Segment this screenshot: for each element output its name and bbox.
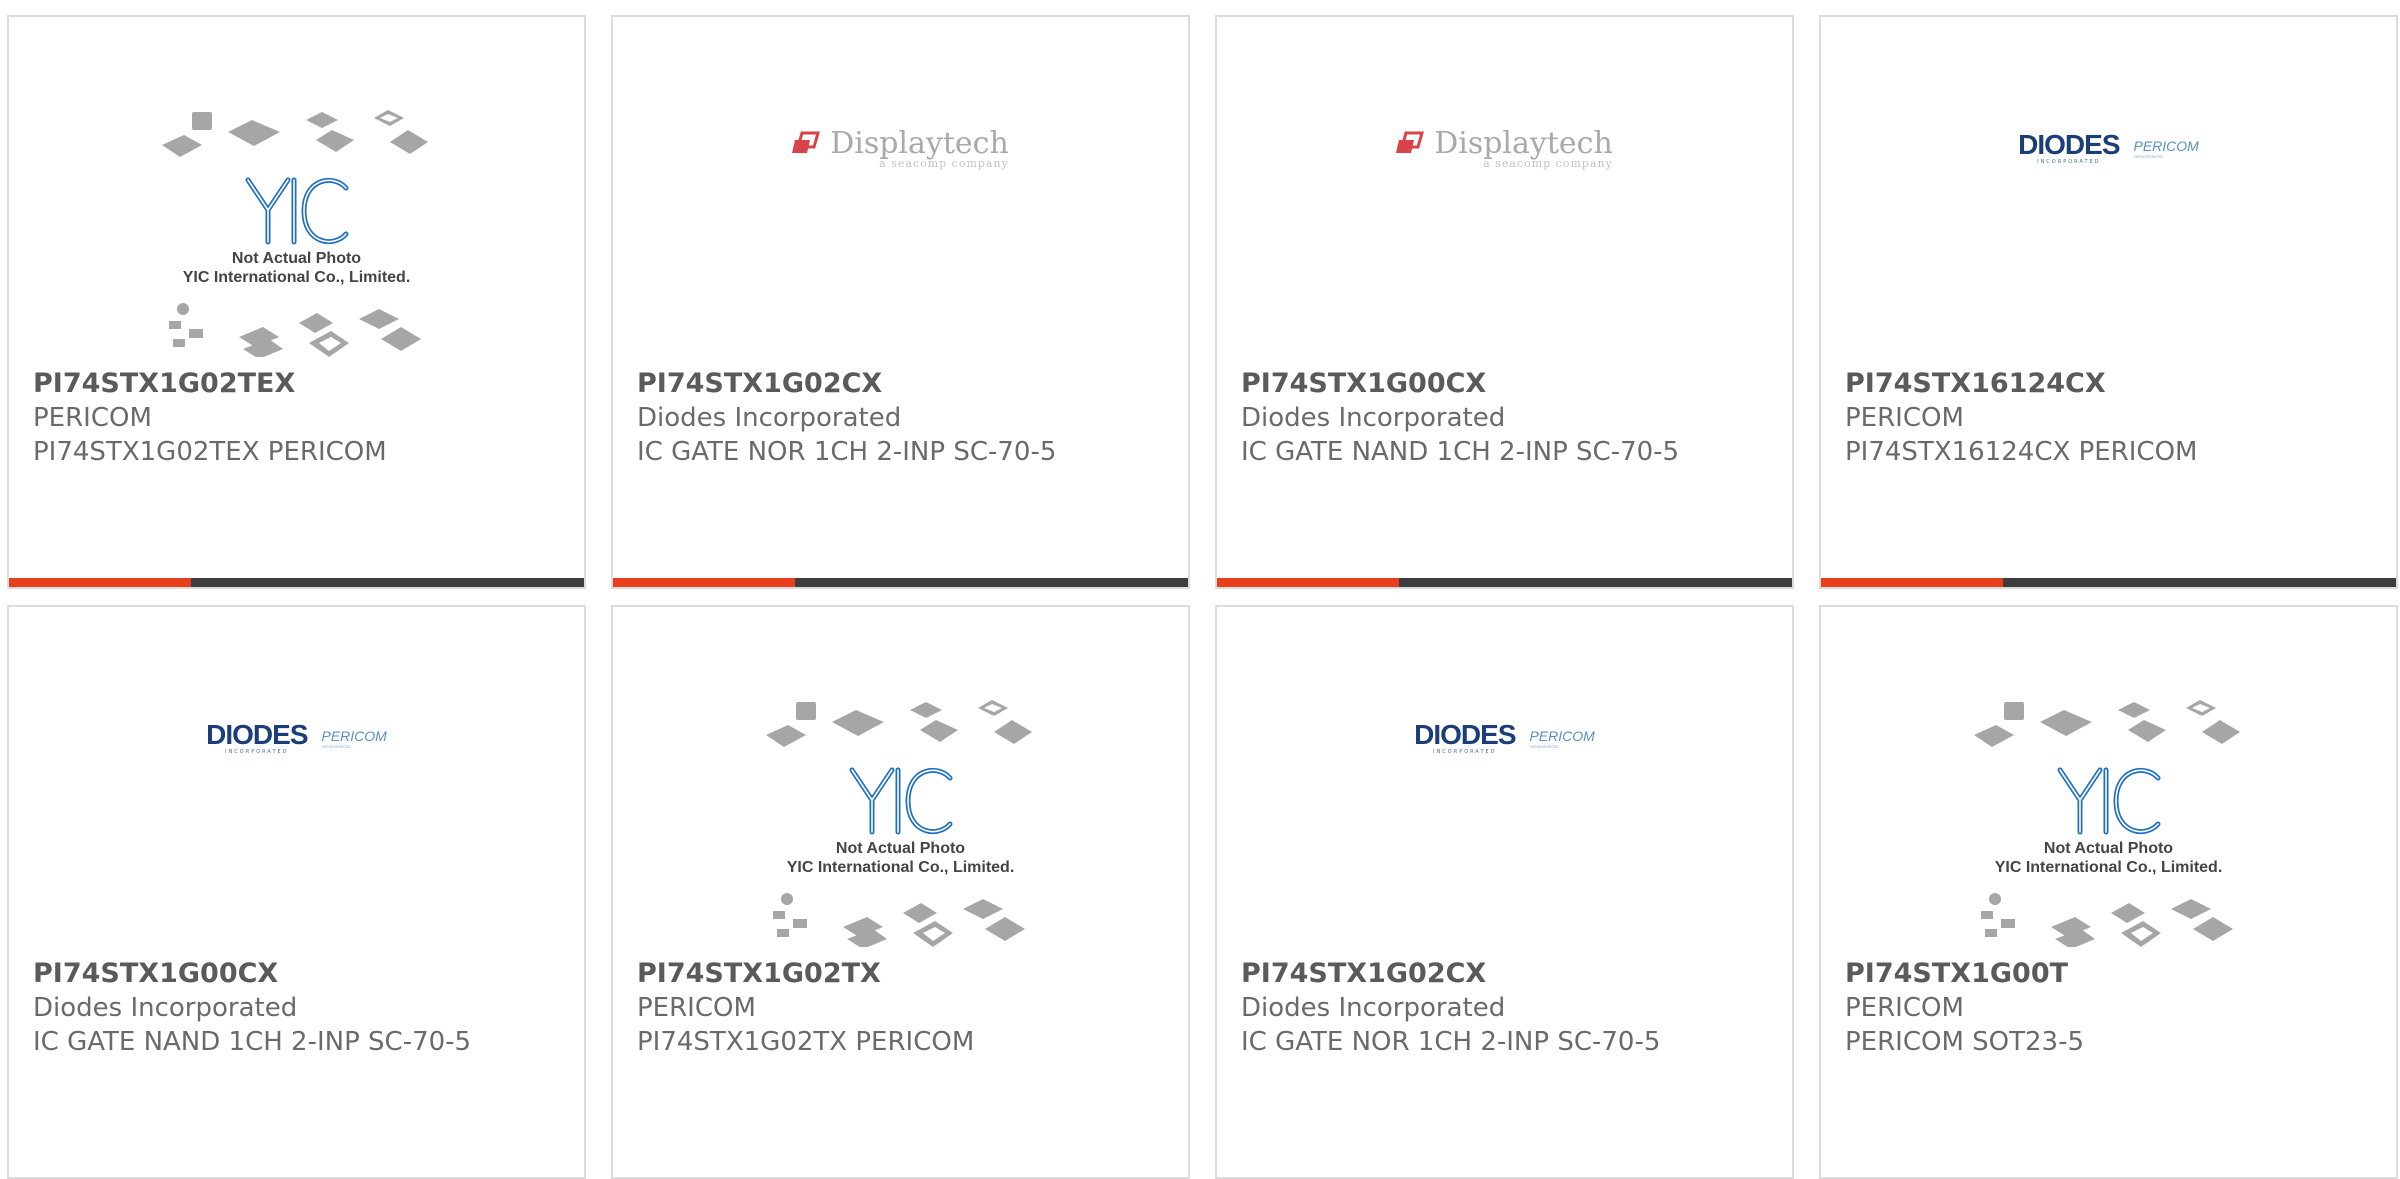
product-info: PI74STX1G00CX Diodes Incorporated IC GAT… bbox=[33, 957, 473, 1059]
pericom-tagline: semiconductor bbox=[1529, 743, 1560, 749]
product-card[interactable]: Displaytech a seacomp company PI74STX1G0… bbox=[1215, 15, 1794, 589]
yic-placeholder-image: Not Actual Photo YIC International Co., … bbox=[765, 698, 1036, 947]
part-number[interactable]: PI74STX1G00CX bbox=[33, 957, 473, 991]
product-thumbnail[interactable]: Not Actual Photo YIC International Co., … bbox=[1821, 687, 2396, 957]
manufacturer: Diodes Incorporated bbox=[637, 403, 902, 433]
product-info: PI74STX1G00T PERICOM PERICOM SOT23-5 bbox=[1845, 957, 2285, 1059]
not-actual-photo-text: Not Actual Photo bbox=[2043, 839, 2174, 857]
product-info: PI74STX1G00CX Diodes Incorporated IC GAT… bbox=[1241, 367, 1681, 469]
product-thumbnail[interactable]: Not Actual Photo YIC International Co., … bbox=[613, 687, 1188, 957]
manufacturer: PERICOM bbox=[1845, 403, 1964, 433]
product-grid: Not Actual Photo YIC International Co., … bbox=[0, 0, 2400, 1179]
yic-logo bbox=[2057, 767, 2160, 834]
diodes-wordmark: DIODES bbox=[206, 719, 308, 750]
part-number[interactable]: PI74STX1G02TEX bbox=[33, 367, 473, 401]
displaytech-logo-image: Displaytech a seacomp company bbox=[1396, 126, 1613, 170]
card-bottom-bar bbox=[613, 578, 1188, 587]
diodes-pericom-logo-image: DIODES INCORPORATED PERICOM semiconducto… bbox=[2018, 129, 2199, 166]
chip-packages-icon bbox=[772, 892, 1025, 947]
card-accent-bar bbox=[1821, 578, 2003, 587]
pericom-wordmark: PERICOM bbox=[321, 727, 387, 744]
product-card[interactable]: DIODES INCORPORATED PERICOM semiconducto… bbox=[7, 605, 586, 1179]
manufacturer: PERICOM bbox=[637, 993, 756, 1023]
product-thumbnail[interactable]: Not Actual Photo YIC International Co., … bbox=[9, 97, 584, 367]
description: IC GATE NAND 1CH 2-INP SC-70-5 bbox=[33, 1027, 472, 1057]
chip-packages-icon bbox=[1973, 699, 2240, 747]
pericom-wordmark: PERICOM bbox=[1529, 727, 1595, 744]
yic-placeholder-image: Not Actual Photo YIC International Co., … bbox=[161, 108, 432, 357]
yic-company-text: YIC International Co., Limited. bbox=[1994, 858, 2223, 876]
chip-packages-icon bbox=[168, 302, 421, 357]
card-bottom-bar bbox=[1217, 578, 1792, 587]
manufacturer: Diodes Incorporated bbox=[1241, 993, 1506, 1023]
product-thumbnail[interactable]: Displaytech a seacomp company bbox=[613, 97, 1188, 367]
manufacturer: PERICOM bbox=[1845, 993, 1964, 1023]
part-number[interactable]: PI74STX1G02CX bbox=[637, 367, 1077, 401]
pericom-tagline: semiconductor bbox=[2133, 153, 2164, 159]
card-accent-bar bbox=[9, 578, 191, 587]
card-accent-bar bbox=[613, 578, 795, 587]
card-accent-bar bbox=[1217, 578, 1399, 587]
product-info: PI74STX1G02TEX PERICOM PI74STX1G02TEX PE… bbox=[33, 367, 473, 469]
product-card[interactable]: Not Actual Photo YIC International Co., … bbox=[1819, 605, 2398, 1179]
part-number[interactable]: PI74STX1G02CX bbox=[1241, 957, 1681, 991]
card-bottom-bar bbox=[9, 578, 584, 587]
description: IC GATE NOR 1CH 2-INP SC-70-5 bbox=[1241, 1027, 1661, 1057]
yic-company-text: YIC International Co., Limited. bbox=[786, 858, 1015, 876]
product-thumbnail[interactable]: DIODES INCORPORATED PERICOM semiconducto… bbox=[9, 687, 584, 957]
chip-packages-icon bbox=[1980, 892, 2233, 947]
displaytech-tagline: a seacomp company bbox=[1483, 157, 1613, 170]
diodes-pericom-logo-image: DIODES INCORPORATED PERICOM semiconducto… bbox=[1414, 719, 1595, 756]
displaytech-wordmark: Displaytech bbox=[830, 126, 1009, 161]
manufacturer: PERICOM bbox=[33, 403, 152, 433]
yic-company-text: YIC International Co., Limited. bbox=[182, 268, 411, 286]
diodes-tagline: INCORPORATED bbox=[2037, 159, 2101, 165]
description: IC GATE NOR 1CH 2-INP SC-70-5 bbox=[637, 437, 1057, 467]
yic-logo bbox=[245, 177, 348, 244]
product-thumbnail[interactable]: DIODES INCORPORATED PERICOM semiconducto… bbox=[1821, 97, 2396, 367]
diodes-tagline: INCORPORATED bbox=[1433, 749, 1497, 755]
description: PI74STX16124CX PERICOM bbox=[1845, 437, 2198, 467]
displaytech-tagline: a seacomp company bbox=[879, 157, 1009, 170]
displaytech-mark-icon bbox=[792, 131, 821, 153]
not-actual-photo-text: Not Actual Photo bbox=[231, 249, 362, 267]
pericom-tagline: semiconductor bbox=[321, 743, 352, 749]
card-bottom-bar bbox=[1821, 578, 2396, 587]
product-thumbnail[interactable]: Displaytech a seacomp company bbox=[1217, 97, 1792, 367]
product-info: PI74STX16124CX PERICOM PI74STX16124CX PE… bbox=[1845, 367, 2285, 469]
diodes-pericom-logo-image: DIODES INCORPORATED PERICOM semiconducto… bbox=[206, 719, 387, 756]
yic-placeholder-image: Not Actual Photo YIC International Co., … bbox=[1973, 698, 2244, 947]
product-card[interactable]: DIODES INCORPORATED PERICOM semiconducto… bbox=[1215, 605, 1794, 1179]
description: PI74STX1G02TEX PERICOM bbox=[33, 437, 387, 467]
displaytech-wordmark: Displaytech bbox=[1434, 126, 1613, 161]
displaytech-logo-image: Displaytech a seacomp company bbox=[792, 126, 1009, 170]
description: PI74STX1G02TX PERICOM bbox=[637, 1027, 975, 1057]
part-number[interactable]: PI74STX1G00CX bbox=[1241, 367, 1681, 401]
product-thumbnail[interactable]: DIODES INCORPORATED PERICOM semiconducto… bbox=[1217, 687, 1792, 957]
yic-logo bbox=[849, 767, 952, 834]
pericom-wordmark: PERICOM bbox=[2133, 137, 2199, 154]
manufacturer: Diodes Incorporated bbox=[33, 993, 298, 1023]
product-card[interactable]: DIODES INCORPORATED PERICOM semiconducto… bbox=[1819, 15, 2398, 589]
product-info: PI74STX1G02CX Diodes Incorporated IC GAT… bbox=[637, 367, 1077, 469]
part-number[interactable]: PI74STX16124CX bbox=[1845, 367, 2285, 401]
part-number[interactable]: PI74STX1G02TX bbox=[637, 957, 1077, 991]
diodes-tagline: INCORPORATED bbox=[225, 749, 289, 755]
displaytech-mark-icon bbox=[1396, 131, 1425, 153]
manufacturer: Diodes Incorporated bbox=[1241, 403, 1506, 433]
part-number[interactable]: PI74STX1G00T bbox=[1845, 957, 2285, 991]
description: PERICOM SOT23-5 bbox=[1845, 1027, 2085, 1057]
product-card[interactable]: Not Actual Photo YIC International Co., … bbox=[611, 605, 1190, 1179]
chip-packages-icon bbox=[161, 109, 428, 157]
product-card[interactable]: Displaytech a seacomp company PI74STX1G0… bbox=[611, 15, 1190, 589]
not-actual-photo-text: Not Actual Photo bbox=[835, 839, 966, 857]
product-card[interactable]: Not Actual Photo YIC International Co., … bbox=[7, 15, 586, 589]
diodes-wordmark: DIODES bbox=[1414, 719, 1516, 750]
chip-packages-icon bbox=[765, 699, 1032, 747]
diodes-wordmark: DIODES bbox=[2018, 129, 2120, 160]
description: IC GATE NAND 1CH 2-INP SC-70-5 bbox=[1241, 437, 1680, 467]
product-info: PI74STX1G02TX PERICOM PI74STX1G02TX PERI… bbox=[637, 957, 1077, 1059]
product-info: PI74STX1G02CX Diodes Incorporated IC GAT… bbox=[1241, 957, 1681, 1059]
